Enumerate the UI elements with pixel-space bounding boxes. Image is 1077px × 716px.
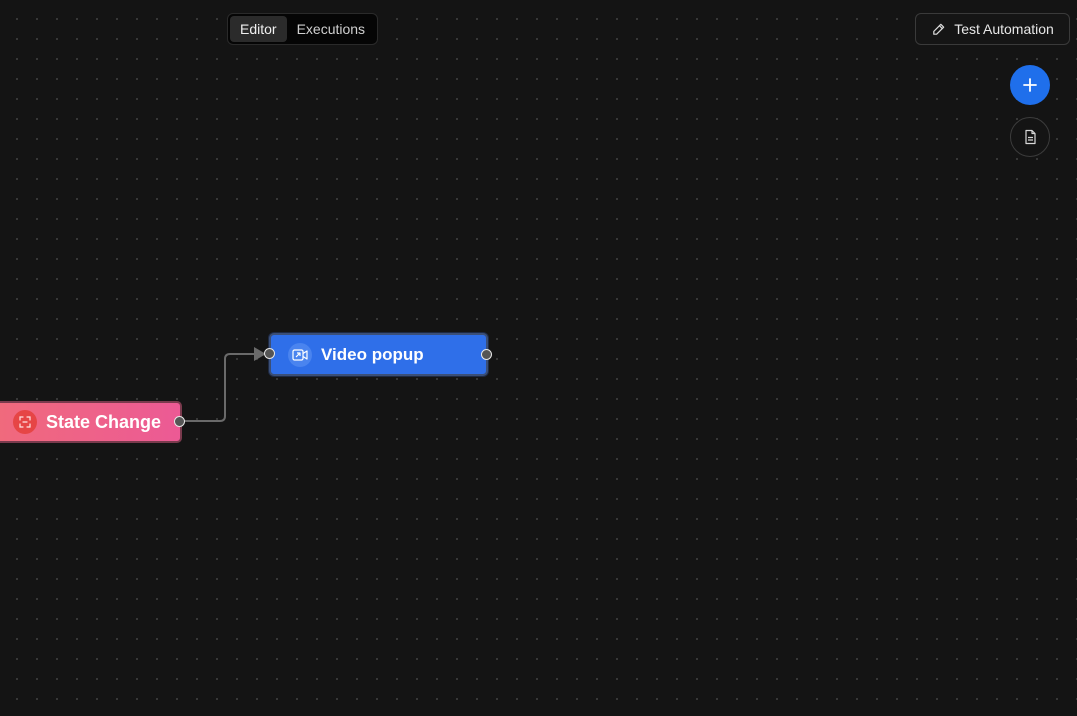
node-state-change[interactable]: State Change <box>0 401 182 443</box>
document-button[interactable] <box>1010 117 1050 157</box>
test-automation-label: Test Automation <box>954 21 1054 37</box>
state-change-icon <box>13 410 37 434</box>
video-popup-input-handle[interactable] <box>264 348 275 359</box>
add-node-button[interactable] <box>1010 65 1050 105</box>
node-video-popup-label: Video popup <box>321 344 424 364</box>
node-state-change-label: State Change <box>46 411 162 432</box>
document-icon <box>1023 129 1038 145</box>
state-change-output-handle[interactable] <box>174 416 185 427</box>
pencil-icon <box>931 22 946 37</box>
tab-executions[interactable]: Executions <box>287 16 375 42</box>
flow-canvas[interactable] <box>0 0 1077 716</box>
test-automation-button[interactable]: Test Automation <box>915 13 1070 45</box>
tab-editor[interactable]: Editor <box>230 16 287 42</box>
node-video-popup[interactable]: Video popup <box>269 333 488 376</box>
video-popup-output-handle[interactable] <box>481 349 492 360</box>
view-tabs: Editor Executions <box>227 13 379 45</box>
video-icon <box>288 342 312 367</box>
plus-icon <box>1022 77 1038 93</box>
